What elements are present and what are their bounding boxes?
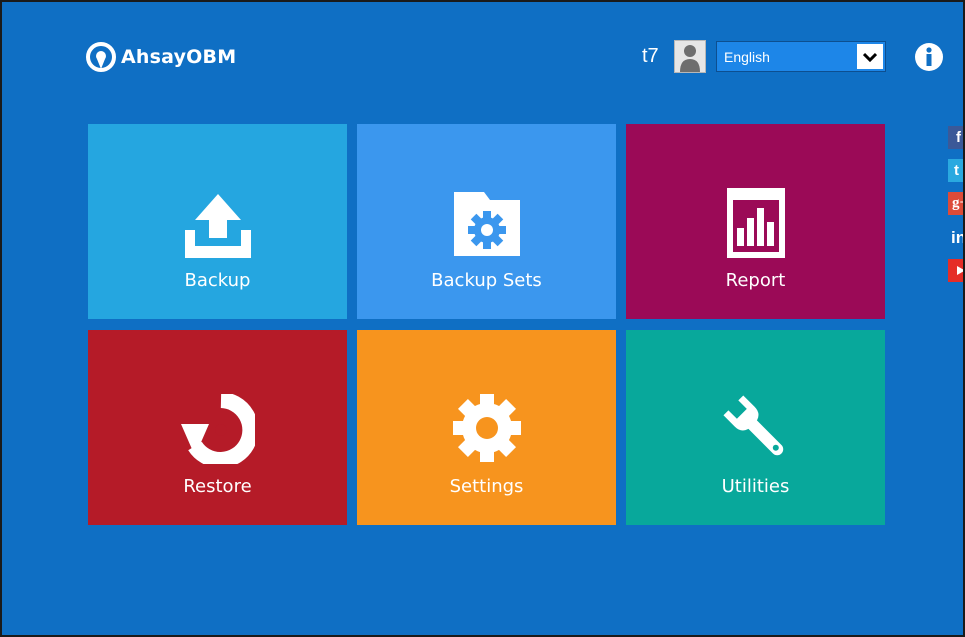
linkedin-icon[interactable]: in bbox=[948, 226, 963, 249]
settings-tile[interactable]: Settings bbox=[357, 330, 616, 525]
youtube-icon[interactable] bbox=[948, 259, 963, 282]
upload-icon bbox=[184, 194, 251, 258]
app-logo: AhsayOBM bbox=[86, 42, 236, 72]
restore-tile[interactable]: Restore bbox=[88, 330, 347, 525]
utilities-label: Utilities bbox=[721, 476, 790, 497]
wrench-icon bbox=[722, 395, 783, 456]
backup-sets-label: Backup Sets bbox=[431, 270, 542, 291]
chevron-down-icon[interactable] bbox=[857, 44, 883, 69]
username: t7 bbox=[642, 45, 659, 67]
logo-mark-icon bbox=[86, 42, 116, 72]
google-plus-icon[interactable]: g+ bbox=[948, 192, 963, 215]
restore-arrow-icon bbox=[180, 394, 255, 464]
utilities-tile[interactable]: Utilities bbox=[626, 330, 885, 525]
bar-chart-icon bbox=[726, 188, 785, 258]
language-select[interactable]: English bbox=[716, 41, 886, 72]
backup-sets-tile[interactable]: Backup Sets bbox=[357, 124, 616, 319]
settings-label: Settings bbox=[449, 476, 524, 497]
twitter-icon[interactable]: t bbox=[948, 159, 963, 182]
app-name: AhsayOBM bbox=[121, 46, 237, 68]
restore-label: Restore bbox=[183, 476, 252, 497]
folder-gear-icon bbox=[453, 192, 520, 256]
app-window: AhsayOBM t7 English Backup Backup Sets R… bbox=[0, 0, 965, 637]
report-label: Report bbox=[725, 270, 786, 291]
gear-icon bbox=[452, 394, 521, 462]
language-selected: English bbox=[724, 48, 770, 65]
info-icon[interactable] bbox=[914, 42, 944, 72]
report-tile[interactable]: Report bbox=[626, 124, 885, 319]
backup-label: Backup bbox=[184, 270, 251, 291]
backup-tile[interactable]: Backup bbox=[88, 124, 347, 319]
facebook-icon[interactable]: f bbox=[948, 126, 963, 149]
user-avatar-icon[interactable] bbox=[674, 40, 706, 73]
